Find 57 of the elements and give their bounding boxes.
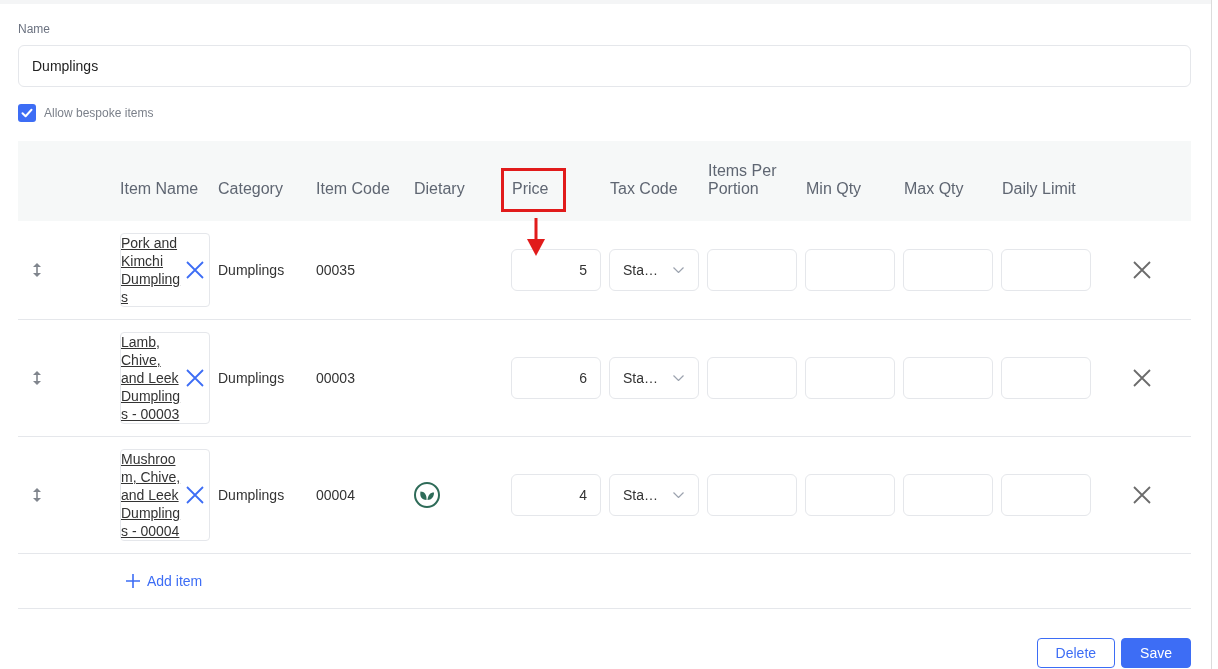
input-field[interactable] <box>805 474 895 516</box>
tax-code-select[interactable]: Sta… <box>609 249 699 291</box>
item-name-link[interactable]: Pork and Kimchi Dumplings <box>121 234 184 306</box>
input-field[interactable] <box>1001 249 1091 291</box>
item-name-link[interactable]: Lamb, Chive, and Leek Dumplings - 00003 <box>121 333 184 423</box>
close-icon[interactable] <box>1132 369 1151 387</box>
drag-handle-icon[interactable] <box>33 371 41 385</box>
chevron-down-icon <box>673 492 684 498</box>
save-button[interactable]: Save <box>1121 638 1191 668</box>
price-input[interactable]: 6 <box>511 357 601 399</box>
column-header: Category <box>218 180 283 198</box>
plus-icon <box>126 574 140 588</box>
tax-code-select[interactable]: Sta… <box>609 357 699 399</box>
checkbox[interactable] <box>18 104 36 122</box>
input-field[interactable] <box>1001 474 1091 516</box>
column-header: Min Qty <box>806 180 862 198</box>
item-code-cell: 00035 <box>316 262 355 278</box>
category-cell: Dumplings <box>218 370 285 386</box>
input-field[interactable] <box>805 357 895 399</box>
category-cell: Dumplings <box>218 262 285 278</box>
clear-icon[interactable] <box>186 261 204 279</box>
item-code-cell: 00003 <box>316 370 355 386</box>
column-header: Max Qty <box>904 180 964 198</box>
chevron-down-icon <box>673 375 684 381</box>
input-field[interactable] <box>707 357 797 399</box>
delete-button[interactable]: Delete <box>1036 638 1116 668</box>
name-label: Name <box>18 21 50 37</box>
column-header: Dietary <box>414 180 465 198</box>
input-field[interactable] <box>1001 357 1091 399</box>
category-cell: Dumplings <box>218 487 285 503</box>
close-icon[interactable] <box>1132 486 1151 504</box>
close-icon[interactable] <box>1132 261 1151 279</box>
input-field[interactable] <box>903 357 993 399</box>
column-header: Daily Limit <box>1002 180 1076 198</box>
clear-icon[interactable] <box>186 486 204 504</box>
item-code-cell: 00004 <box>316 487 355 503</box>
input-field[interactable] <box>805 249 895 291</box>
column-header: Item Code <box>316 180 390 198</box>
price-input[interactable]: 4 <box>511 474 601 516</box>
add-item-button[interactable]: Add item <box>126 570 203 592</box>
name-input[interactable]: Dumplings <box>18 45 1191 87</box>
input-field[interactable] <box>903 474 993 516</box>
column-header: Item Name <box>120 180 199 198</box>
tax-code-select[interactable]: Sta… <box>609 474 699 516</box>
column-header: Items Per Portion <box>708 162 778 198</box>
item-name-link[interactable]: Mushroom, Chive, and Leek Dumplings - 00004 <box>121 450 184 540</box>
checkbox-label: Allow bespoke items <box>44 105 154 122</box>
input-field[interactable] <box>707 474 797 516</box>
column-header: Price <box>512 180 549 198</box>
price-input[interactable]: 5 <box>511 249 601 291</box>
chevron-down-icon <box>673 267 684 273</box>
column-header: Tax Code <box>610 180 678 198</box>
drag-handle-icon[interactable] <box>33 488 41 502</box>
input-field[interactable] <box>903 249 993 291</box>
drag-handle-icon[interactable] <box>33 263 41 277</box>
clear-icon[interactable] <box>186 369 204 387</box>
input-field[interactable] <box>707 249 797 291</box>
